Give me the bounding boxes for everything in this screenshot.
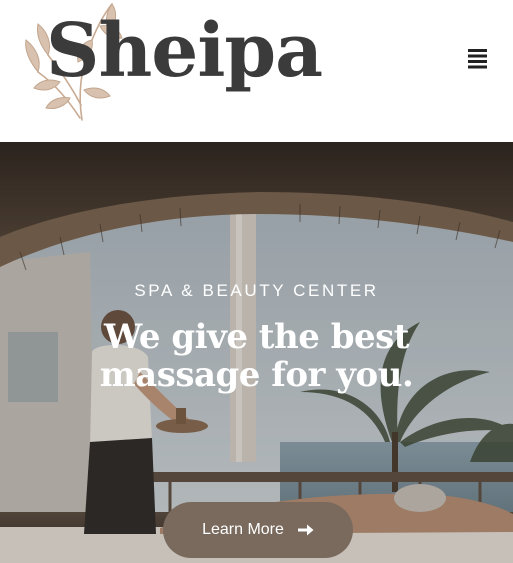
learn-more-button[interactable]: Learn More	[163, 502, 353, 558]
hero-section: SPA & BEAUTY CENTER We give the best mas…	[0, 142, 513, 563]
learn-more-label: Learn More	[202, 521, 284, 538]
hamburger-menu-icon	[468, 49, 487, 69]
arrow-right-icon	[297, 524, 314, 536]
site-logo[interactable]: Sheipa	[20, 0, 323, 130]
site-header: Sheipa	[0, 0, 513, 142]
brand-name: Sheipa	[46, 8, 323, 94]
hero-eyebrow: SPA & BEAUTY CENTER	[134, 281, 379, 300]
hero-title: We give the best massage for you.	[99, 317, 414, 395]
menu-button[interactable]	[464, 46, 492, 72]
